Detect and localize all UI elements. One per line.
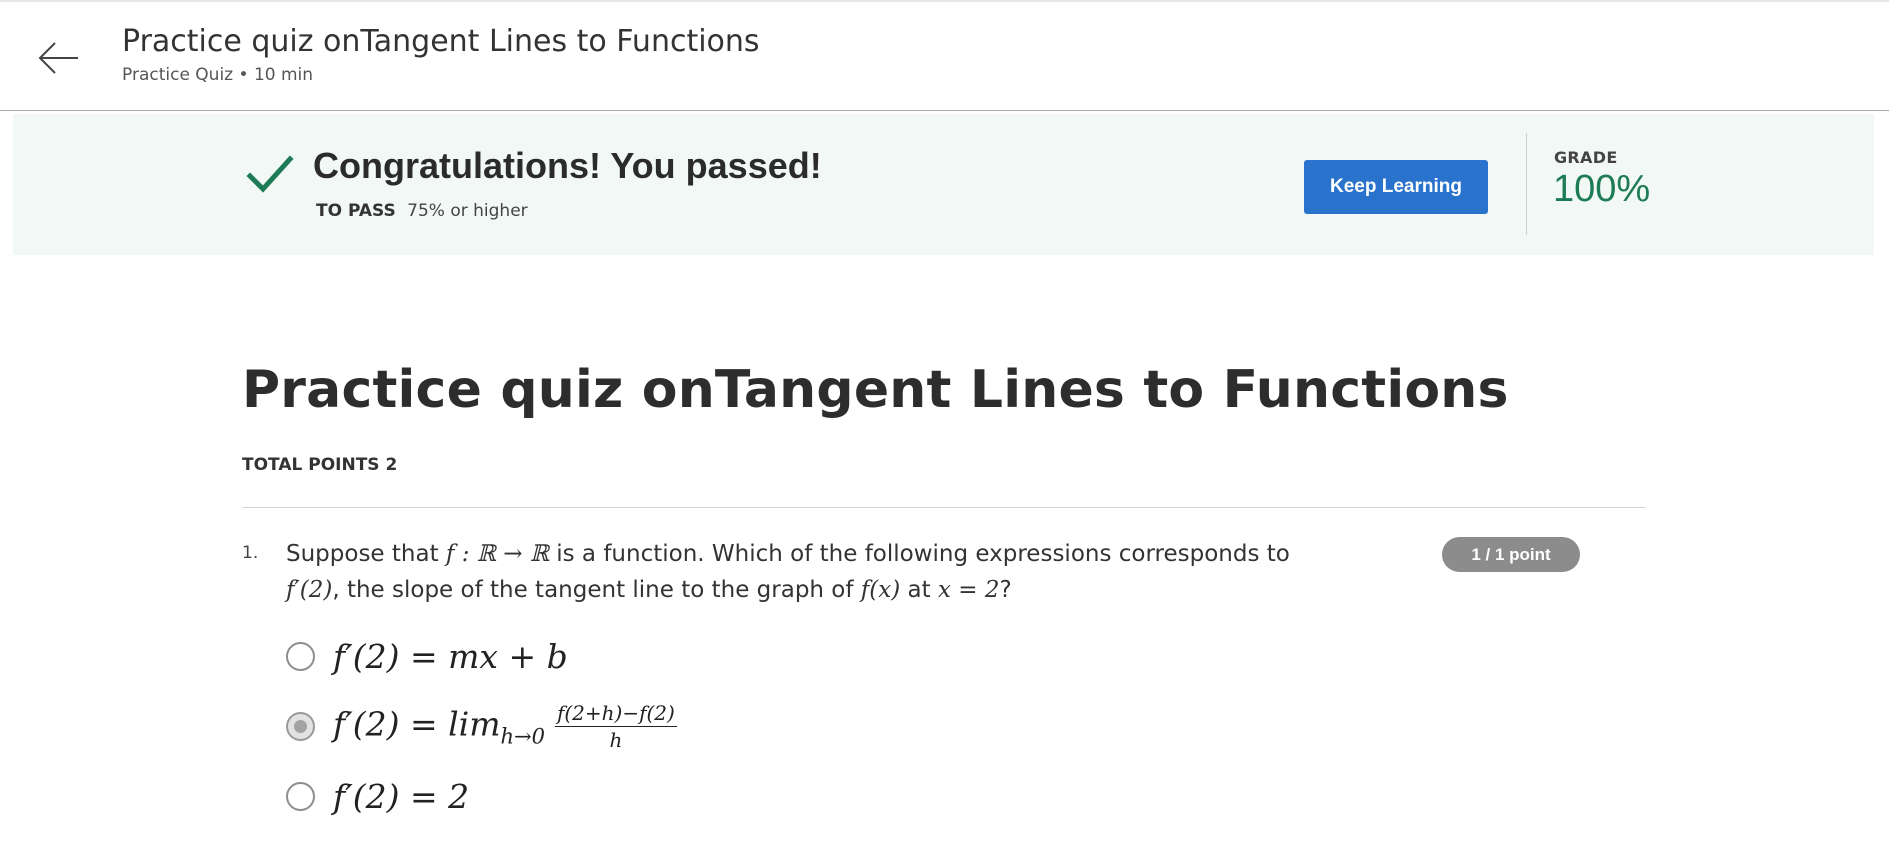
total-points: TOTAL POINTS 2	[242, 455, 398, 475]
to-pass-info: TO PASS 75% or higher	[316, 201, 528, 221]
question-text-line2: f′(2), the slope of the tangent line to …	[286, 577, 1012, 603]
to-pass-value: 75% or higher	[407, 201, 528, 221]
question-text: , the slope of the tangent line to the g…	[332, 577, 861, 603]
question-text: Suppose that	[286, 541, 446, 567]
question-text: at	[900, 577, 938, 603]
back-button[interactable]	[36, 36, 80, 80]
quiz-header: Practice quiz onTangent Lines to Functio…	[0, 2, 1889, 111]
answer-option-3[interactable]: f′(2) = 2	[286, 777, 469, 816]
question-text-line1: Suppose that f : ℝ → ℝ is a function. Wh…	[286, 541, 1290, 567]
pass-message: Congratulations! You passed!	[313, 145, 822, 186]
question-math: f : ℝ → ℝ	[445, 541, 549, 567]
to-pass-label: TO PASS	[316, 201, 396, 221]
check-icon	[246, 155, 294, 193]
keep-learning-button[interactable]: Keep Learning	[1304, 160, 1488, 214]
question-math: f′(2)	[286, 577, 333, 603]
radio-button-selected[interactable]	[286, 712, 315, 741]
option-lhs: f′(2) = lim	[333, 704, 501, 744]
fraction: f(2+h)−f(2) h	[554, 701, 677, 752]
radio-button[interactable]	[286, 642, 315, 671]
radio-button[interactable]	[286, 782, 315, 811]
header-title: Practice quiz onTangent Lines to Functio…	[122, 24, 760, 59]
grade-label: GRADE	[1554, 148, 1618, 167]
question-math: x = 2	[937, 577, 1000, 603]
points-badge: 1 / 1 point	[1442, 537, 1580, 572]
question-number: 1.	[242, 543, 259, 563]
question-text: is a function. Which of the following ex…	[548, 541, 1290, 567]
option-label: f′(2) = limh→0 f(2+h)−f(2) h	[333, 702, 677, 751]
limit-subscript: h→0	[500, 724, 545, 749]
option-label: f′(2) = 2	[333, 777, 470, 816]
arrow-left-icon	[38, 42, 78, 74]
fraction-denominator: h	[609, 728, 623, 752]
answer-option-2[interactable]: f′(2) = limh→0 f(2+h)−f(2) h	[286, 702, 677, 751]
question-math: f(x)	[860, 577, 901, 603]
grade-divider	[1526, 133, 1527, 235]
fraction-numerator: f(2+h)−f(2)	[554, 701, 677, 727]
grade-value: 100%	[1553, 168, 1651, 210]
question-text: ?	[999, 577, 1012, 603]
section-divider	[242, 507, 1646, 508]
answer-option-1[interactable]: f′(2) = mx + b	[286, 637, 568, 676]
quiz-title: Practice quiz onTangent Lines to Functio…	[242, 360, 1509, 420]
header-subtitle: Practice Quiz • 10 min	[122, 65, 314, 85]
option-label: f′(2) = mx + b	[333, 637, 568, 676]
